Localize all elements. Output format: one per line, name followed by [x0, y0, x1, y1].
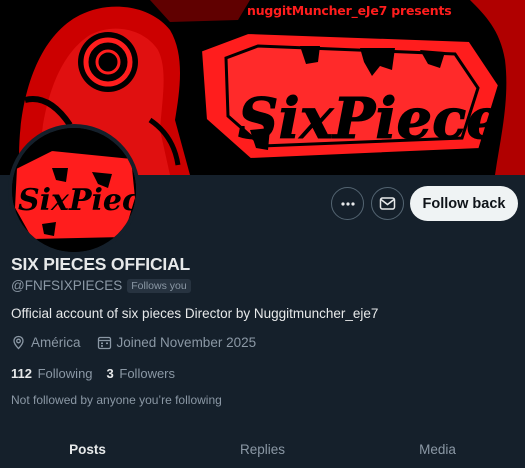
more-options-button[interactable] — [331, 187, 364, 220]
follows-you-badge: Follows you — [127, 278, 191, 293]
followers-label: Followers — [119, 366, 176, 381]
following-count: 112 — [11, 366, 32, 381]
followers-count: 3 — [106, 366, 114, 381]
tab-media[interactable]: Media — [350, 428, 525, 468]
tab-posts[interactable]: Posts — [0, 428, 175, 468]
following-link[interactable]: 112 Following — [11, 366, 93, 381]
follow-back-button[interactable]: Follow back — [410, 186, 518, 221]
joined-date-text: Joined November 2025 — [116, 335, 257, 350]
profile-tabs: Posts Replies Media — [0, 428, 525, 468]
following-label: Following — [37, 366, 93, 381]
location-item: América — [11, 335, 81, 350]
location-pin-icon — [13, 335, 24, 350]
followers-link[interactable]: 3 Followers — [107, 366, 175, 381]
message-button[interactable] — [371, 187, 404, 220]
avatar-image: SixPiece — [12, 128, 136, 252]
profile-meta: América Joined November 2025 — [11, 335, 272, 350]
handle-row: @FNFSIXPIECES Follows you — [11, 278, 191, 293]
banner-logo-text: SixPiece — [238, 86, 502, 152]
avatar-logo-text: SixPiece — [18, 183, 136, 218]
envelope-icon — [379, 197, 396, 210]
banner-credit-text: nuggitMuncher_eJe7 presents — [247, 3, 452, 18]
profile-bio: Official account of six pieces Director … — [11, 306, 379, 321]
calendar-icon — [97, 336, 111, 350]
tab-replies[interactable]: Replies — [175, 428, 350, 468]
avatar[interactable]: SixPiece — [8, 124, 140, 256]
mutual-followers-note: Not followed by anyone you’re following — [11, 393, 222, 407]
follow-stats: 112 Following 3 Followers — [11, 366, 189, 381]
location-text: América — [31, 335, 81, 350]
more-horizontal-icon — [340, 201, 355, 206]
username-handle: @FNFSIXPIECES — [11, 278, 123, 293]
display-name: SIX PIECES OFFICIAL — [11, 254, 191, 274]
joined-item: Joined November 2025 — [97, 335, 257, 350]
